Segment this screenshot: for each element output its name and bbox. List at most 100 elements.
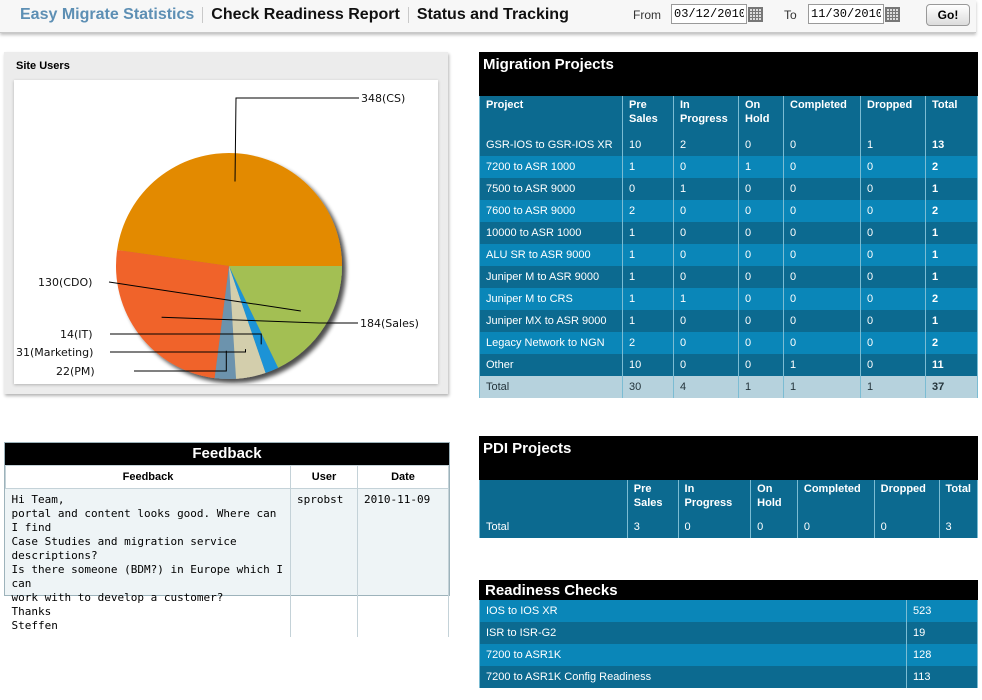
readiness-check-count: 523 [906,600,978,622]
project-name-cell: ALU SR to ASR 9000 [479,244,623,266]
table-cell: 0 [783,288,861,310]
readiness-check-count: 128 [906,644,978,666]
table-cell: 1 [622,266,674,288]
col-on-hold[interactable]: On Hold [738,96,784,134]
table-cell: 0 [783,244,861,266]
table-cell: 0 [783,310,861,332]
to-date-input[interactable] [808,4,884,24]
table-cell: 0 [622,178,674,200]
table-cell: 13 [925,134,978,156]
nav-easy-migrate-statistics[interactable]: Easy Migrate Statistics [14,6,200,24]
col-dropped[interactable]: Dropped [873,480,940,516]
pdi-projects-panel: PDI Projects Pre Sales In Progress On Ho… [479,436,979,538]
feedback-table: Feedback User Date Hi Team, portal and c… [5,465,449,637]
readiness-row[interactable]: 7200 to ASR1K Config Readiness 113 [479,666,978,688]
total-cell: 1 [860,376,926,398]
calendar-icon[interactable] [748,7,763,22]
col-total[interactable]: Total [938,480,979,516]
col-total[interactable]: Total [925,96,978,134]
nav-status-and-tracking[interactable]: Status and Tracking [411,6,575,24]
table-cell: 0 [783,178,861,200]
date-column-header[interactable]: Date [357,465,449,489]
pdi-projects-table: Pre Sales In Progress On Hold Completed … [479,480,979,538]
pie-slice-sales[interactable] [115,249,229,379]
table-cell: 0 [738,310,784,332]
project-name-cell: Juniper M to ASR 9000 [479,266,623,288]
col-pre-sales[interactable]: Pre Sales [626,480,679,516]
user-column-header[interactable]: User [290,465,358,489]
pie-slice-cs[interactable] [117,152,342,266]
table-cell: 1 [622,222,674,244]
readiness-check-name: 7200 to ASR1K [479,644,907,666]
from-date-input[interactable] [671,4,747,24]
table-cell: 2 [622,200,674,222]
table-cell: 0 [860,156,926,178]
feedback-panel: Feedback Feedback User Date Hi Team, por… [4,442,450,637]
table-cell: 0 [738,288,784,310]
table-cell: 0 [673,266,739,288]
project-name-cell: Juniper MX to ASR 9000 [479,310,623,332]
table-row[interactable]: GSR-IOS to GSR-IOS XR 10 2 0 0 1 13 [479,134,978,156]
table-cell: 1 [622,288,674,310]
feedback-title: Feedback [5,443,449,465]
col-pre-sales[interactable]: Pre Sales [622,96,674,134]
readiness-check-name: 7200 to ASR1K Config Readiness [479,666,907,688]
readiness-check-count: 113 [906,666,978,688]
table-cell: 0 [860,288,926,310]
pdi-total-completed: 0 [796,516,875,538]
readiness-row[interactable]: 7200 to ASR1K 128 [479,644,978,666]
top-bar: Easy Migrate Statistics Check Readiness … [0,0,976,33]
table-cell: 1 [622,156,674,178]
table-cell: 0 [860,354,926,376]
col-completed[interactable]: Completed [783,96,861,134]
to-label: To [784,8,797,22]
nav-check-readiness-report[interactable]: Check Readiness Report [205,6,406,24]
project-name-cell: Legacy Network to NGN [479,332,623,354]
table-cell: 0 [738,134,784,156]
calendar-icon[interactable] [885,7,900,22]
col-in-progress[interactable]: In Progress [677,480,752,516]
readiness-row[interactable]: ISR to ISR-G2 19 [479,622,978,644]
table-cell: 1 [622,310,674,332]
site-users-title: Site Users [16,60,70,72]
total-cell: Total [479,376,623,398]
total-cell: 4 [673,376,739,398]
col-completed[interactable]: Completed [796,480,875,516]
project-name-cell: GSR-IOS to GSR-IOS XR [479,134,623,156]
table-row[interactable]: 7600 to ASR 9000 2 0 0 0 0 2 [479,200,978,222]
readiness-row[interactable]: IOS to IOS XR 523 [479,600,978,622]
total-cell: 30 [622,376,674,398]
table-cell: 0 [738,244,784,266]
table-cell: 1 [738,156,784,178]
table-cell: 0 [738,266,784,288]
readiness-checks-title: Readiness Checks [479,580,978,600]
col-project[interactable]: Project [479,96,623,134]
col-in-progress[interactable]: In Progress [673,96,739,134]
table-row: Hi Team, portal and content looks good. … [5,488,449,637]
table-row[interactable]: 7500 to ASR 9000 0 1 0 0 0 1 [479,178,978,200]
feedback-column-header[interactable]: Feedback [5,465,291,489]
nav-separator [407,7,409,23]
table-cell: 0 [860,310,926,332]
table-cell: 10 [622,134,674,156]
pdi-total-on-hold: 0 [750,516,798,538]
table-row[interactable]: Juniper M to ASR 9000 1 0 0 0 0 1 [479,266,978,288]
table-row[interactable]: Juniper MX to ASR 9000 1 0 0 0 0 1 [479,310,978,332]
readiness-check-count: 19 [906,622,978,644]
table-row[interactable]: 10000 to ASR 1000 1 0 0 0 0 1 [479,222,978,244]
col-on-hold[interactable]: On Hold [750,480,798,516]
col-dropped[interactable]: Dropped [860,96,926,134]
table-row[interactable]: Legacy Network to NGN 2 0 0 0 0 2 [479,332,978,354]
table-row[interactable]: 7200 to ASR 1000 1 0 1 0 0 2 [479,156,978,178]
table-row[interactable]: ALU SR to ASR 9000 1 0 0 0 0 1 [479,244,978,266]
table-row[interactable]: Other 10 0 0 1 0 11 [479,354,978,376]
total-cell: 37 [925,376,978,398]
table-row[interactable]: Juniper M to CRS 1 1 0 0 0 2 [479,288,978,310]
pie-label-marketing: 31(Marketing) [16,346,93,359]
table-cell: 0 [673,156,739,178]
go-button[interactable]: Go! [926,4,970,26]
table-cell: 1 [925,244,978,266]
migration-projects-title: Migration Projects [479,52,978,96]
table-cell: 0 [783,266,861,288]
readiness-check-name: IOS to IOS XR [479,600,907,622]
